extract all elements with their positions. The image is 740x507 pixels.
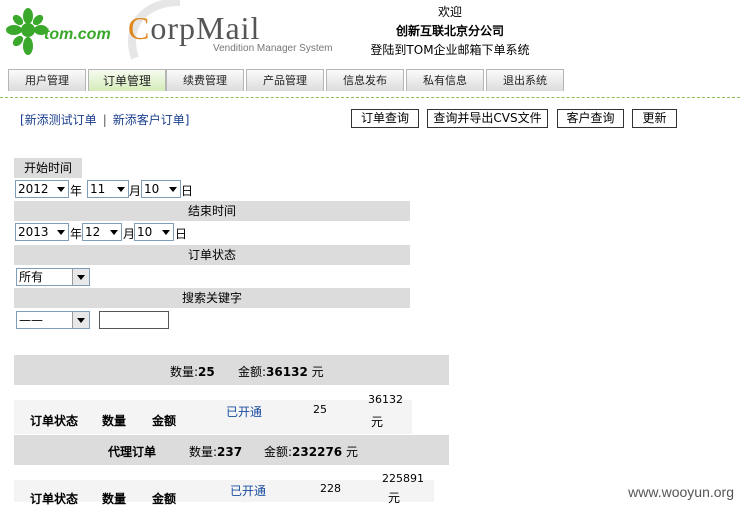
tab-private-info[interactable]: 私有信息 (406, 69, 484, 91)
chevron-down-icon (57, 187, 65, 192)
new-customer-order-link[interactable]: 新添客户订单] (113, 113, 190, 127)
tab-renewal-management[interactable]: 续费管理 (166, 69, 244, 91)
keyword-type-select[interactable]: —— (16, 311, 90, 329)
start-day-select[interactable]: 10 (141, 180, 181, 198)
summary-amount: 金额:36132 元 (238, 365, 324, 379)
row-count: 228 (320, 482, 341, 495)
link-separator: | (102, 113, 107, 127)
end-day-select[interactable]: 10 (134, 223, 174, 241)
query-export-button[interactable]: 查询并导出CVS文件 (427, 109, 548, 128)
row-currency: 元 (388, 491, 401, 505)
end-year-select[interactable]: 2013 (15, 223, 69, 241)
agent-summary-count: 数量:237 (189, 445, 243, 459)
chevron-down-icon (110, 230, 118, 235)
agent-summary-amount: 金额:232276 元 (264, 445, 358, 459)
row-amount: 36132 (368, 393, 403, 406)
agent-order-title: 代理订单 (108, 445, 157, 459)
tab-logout[interactable]: 退出系统 (486, 69, 564, 91)
end-month-select[interactable]: 12 (82, 223, 122, 241)
tab-product-management[interactable]: 产品管理 (246, 69, 324, 91)
keyword-input[interactable] (99, 311, 169, 329)
end-day-unit: 日 (175, 227, 188, 241)
col-count: 数量 (102, 492, 127, 506)
col-amount: 金额 (152, 492, 177, 506)
col-amount: 金额 (152, 414, 177, 428)
brand-title: CorpMail (128, 10, 261, 46)
welcome-text: 欢迎 (437, 5, 462, 19)
chevron-down-icon (117, 187, 125, 192)
end-year-unit: 年 (70, 227, 83, 241)
start-month-select[interactable]: 11 (87, 180, 129, 198)
chevron-down-icon (57, 230, 65, 235)
start-time-label: 开始时间 (14, 158, 82, 178)
start-year-select[interactable]: 2012 (15, 180, 69, 198)
system-name: 登陆到TOM企业邮箱下单系统 (370, 43, 530, 57)
col-order-status: 订单状态 (30, 414, 79, 428)
row-amount: 225891 (382, 472, 424, 485)
new-test-order-link[interactable]: [新添测试订单 (20, 113, 97, 127)
refresh-button[interactable]: 更新 (632, 109, 677, 128)
row-status-link[interactable]: 已开通 (226, 403, 262, 420)
start-month-unit: 月 (129, 184, 142, 198)
order-links: [新添测试订单 | 新添客户订单] (20, 111, 189, 128)
end-time-label: 结束时间 (14, 201, 410, 221)
order-query-button[interactable]: 订单查询 (351, 109, 419, 128)
order-status-label: 订单状态 (14, 245, 410, 265)
company-name: 创新互联北京分公司 (395, 24, 504, 38)
brand-subtitle: Vendition Manager System (213, 43, 333, 54)
chevron-down-icon (72, 312, 89, 328)
tab-info-publish[interactable]: 信息发布 (326, 69, 404, 91)
start-year-unit: 年 (70, 184, 83, 198)
col-count: 数量 (102, 414, 127, 428)
main-nav: 用户管理 订单管理 续费管理 产品管理 信息发布 私有信息 退出系统 (0, 69, 740, 95)
summary-bar (14, 355, 449, 385)
row-currency: 元 (371, 415, 384, 429)
row-status-link[interactable]: 已开通 (230, 482, 266, 499)
watermark: www.wooyun.org (628, 484, 734, 500)
col-order-status: 订单状态 (30, 492, 79, 506)
chevron-down-icon (169, 187, 177, 192)
summary-count: 数量:25 (170, 365, 215, 379)
start-day-unit: 日 (181, 184, 194, 198)
customer-query-button[interactable]: 客户查询 (557, 109, 624, 128)
chevron-down-icon (72, 269, 89, 285)
header-divider (0, 97, 740, 98)
tab-user-management[interactable]: 用户管理 (8, 69, 86, 91)
keyword-label: 搜索关键字 (14, 288, 410, 308)
tom-logo-text: tom.com (44, 26, 111, 43)
order-status-select[interactable]: 所有 (16, 268, 90, 286)
tab-order-management[interactable]: 订单管理 (88, 69, 166, 91)
chevron-down-icon (162, 230, 170, 235)
row-count: 25 (313, 403, 327, 416)
